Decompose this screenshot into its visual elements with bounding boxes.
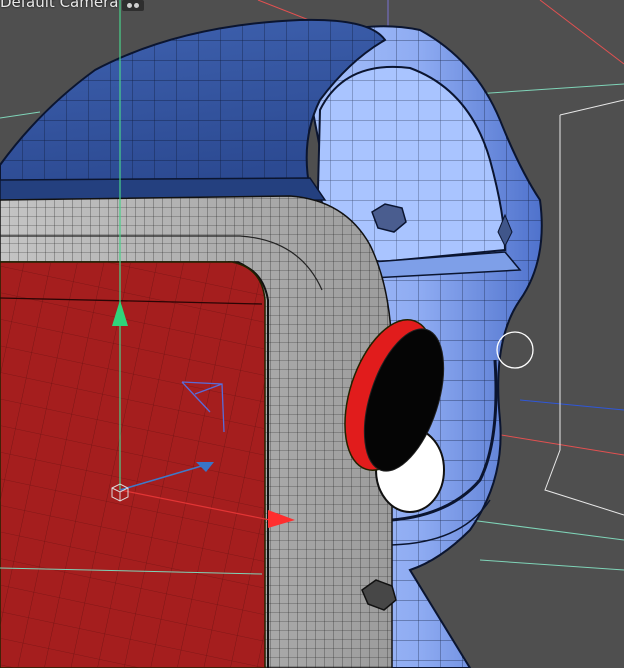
cursor-circle-icon <box>496 331 534 369</box>
front-face[interactable] <box>0 261 266 668</box>
camera-label[interactable]: Default Camera <box>0 0 145 11</box>
scene-canvas[interactable] <box>0 0 624 668</box>
3d-viewport[interactable]: Default Camera <box>0 0 624 668</box>
camera-icon[interactable] <box>122 0 145 11</box>
camera-label-text: Default Camera <box>0 0 119 11</box>
